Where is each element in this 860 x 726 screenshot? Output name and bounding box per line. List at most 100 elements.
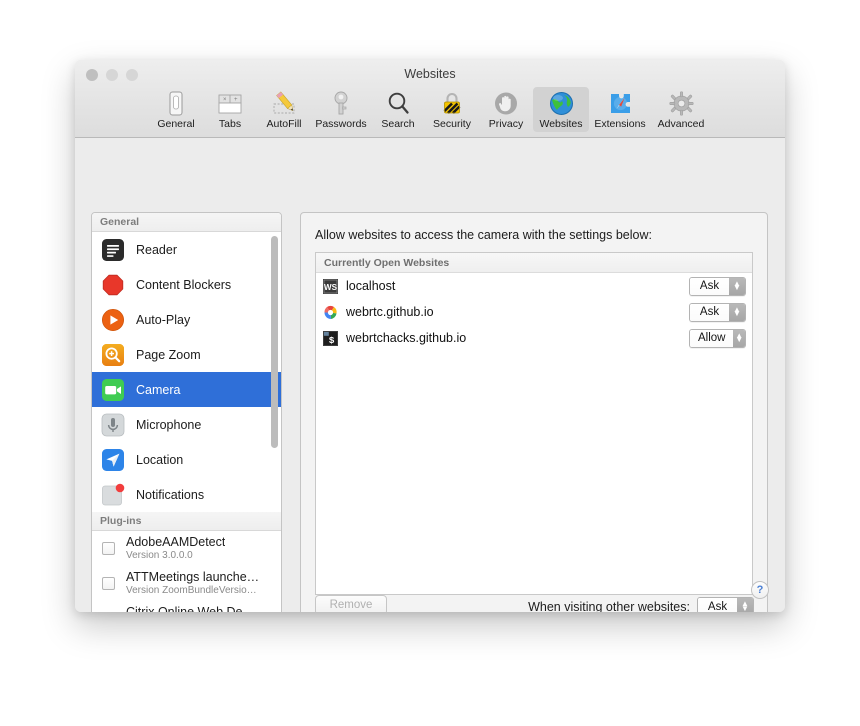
tab-general[interactable]: General — [149, 87, 203, 132]
sidebar-item-location[interactable]: Location — [92, 442, 281, 477]
other-websites-popup-button[interactable]: Ask ▲ ▼ — [697, 597, 754, 612]
svg-text:WS: WS — [324, 283, 338, 292]
settings-sidebar: General Reader Content Blockers Auto-Pla… — [91, 212, 282, 612]
website-list-header: Currently Open Websites — [316, 253, 752, 273]
svg-text:$: $ — [329, 335, 335, 346]
tab-extensions[interactable]: Extensions — [589, 87, 651, 132]
sidebar-item-auto-play-label: Auto-Play — [136, 312, 191, 327]
svg-text:×: × — [223, 97, 227, 103]
website-list: Currently Open Websites WS localhost Ask — [315, 252, 753, 595]
sidebar-item-page-zoom-label: Page Zoom — [136, 347, 201, 362]
permission-popup-button[interactable]: Allow ▲ ▼ — [689, 328, 746, 348]
notifications-icon — [101, 483, 125, 507]
tabs-icon: × + — [215, 90, 245, 116]
svg-text:+: + — [234, 97, 238, 103]
remove-button[interactable]: Remove — [315, 595, 387, 612]
tab-privacy[interactable]: Privacy — [479, 87, 533, 132]
autofill-icon — [269, 90, 299, 116]
advanced-gear-icon — [666, 90, 696, 116]
tab-passwords-label: Passwords — [315, 118, 367, 130]
window-title: Websites — [404, 67, 456, 81]
tab-search[interactable]: Search — [371, 87, 425, 132]
terminal-dark-favicon: $ — [323, 330, 338, 346]
stepper-arrows-icon[interactable]: ▲ ▼ — [737, 598, 753, 612]
passwords-key-icon — [326, 90, 356, 116]
plugin-name: Citrix Online Web Depl… — [126, 605, 261, 612]
detail-pane: Allow websites to access the camera with… — [300, 212, 768, 612]
extensions-puzzle-icon — [605, 90, 635, 116]
sidebar-section-general-header: General — [92, 213, 281, 232]
tab-extensions-label: Extensions — [594, 118, 646, 130]
sidebar-scrollbar-thumb[interactable] — [271, 236, 278, 448]
ws-dark-favicon: WS — [323, 278, 338, 294]
sidebar-item-content-blockers-label: Content Blockers — [136, 277, 232, 292]
permission-value: Allow — [690, 329, 734, 347]
stepper-arrows-icon[interactable]: ▲ ▼ — [729, 303, 745, 321]
sidebar-item-reader-label: Reader — [136, 242, 177, 257]
plugin-name: AdobeAAMDetect — [126, 535, 226, 549]
preferences-toolbar: General × + Tabs AutoFill Passwords Sear… — [75, 84, 785, 138]
permission-value: Ask — [690, 303, 729, 321]
tab-autofill[interactable]: AutoFill — [257, 87, 311, 132]
plugin-list-item[interactable]: ATTMeetings launcher… Version ZoomBundle… — [92, 566, 281, 601]
window-body: General Reader Content Blockers Auto-Pla… — [75, 138, 785, 612]
help-button[interactable]: ? — [751, 581, 769, 599]
sidebar-scrollbar[interactable] — [271, 236, 278, 612]
remove-button-label: Remove — [329, 599, 373, 611]
sidebar-item-microphone-label: Microphone — [136, 417, 202, 432]
website-name: webrtc.github.io — [346, 305, 434, 319]
permission-popup-button[interactable]: Ask ▲ ▼ — [689, 276, 746, 296]
window-titlebar: Websites General × + Tabs AutoFill Passw… — [75, 60, 785, 138]
page-zoom-icon — [101, 343, 125, 367]
tab-general-label: General — [157, 118, 195, 130]
tab-tabs-label: Tabs — [218, 118, 242, 130]
sidebar-item-content-blockers[interactable]: Content Blockers — [92, 267, 281, 302]
sidebar-item-camera[interactable]: Camera — [92, 372, 281, 407]
stepper-arrows-icon[interactable]: ▲ ▼ — [729, 277, 745, 295]
location-icon — [101, 448, 125, 472]
tab-security-label: Security — [433, 118, 471, 130]
table-row[interactable]: webrtc.github.io Ask ▲ ▼ — [316, 299, 752, 325]
camera-icon — [101, 378, 125, 402]
preferences-window: Websites General × + Tabs AutoFill Passw… — [75, 60, 785, 612]
plugin-list-item[interactable]: Citrix Online Web Depl… Version 1.0.105 — [92, 601, 281, 612]
plugin-version: Version ZoomBundleVersio… — [126, 585, 257, 596]
table-row[interactable]: $ webrtchacks.github.io Allow ▲ ▼ — [316, 325, 752, 351]
search-magnifier-icon — [383, 90, 413, 116]
tab-search-label: Search — [381, 118, 415, 130]
help-button-label: ? — [756, 584, 764, 596]
plugin-checkbox[interactable] — [102, 577, 115, 590]
sidebar-item-location-label: Location — [136, 452, 184, 467]
tab-advanced[interactable]: Advanced — [651, 87, 711, 132]
screenshot-root: Websites General × + Tabs AutoFill Passw… — [0, 0, 860, 726]
sidebar-item-auto-play[interactable]: Auto-Play — [92, 302, 281, 337]
sidebar-item-camera-label: Camera — [136, 382, 181, 397]
tab-tabs[interactable]: × + Tabs — [203, 87, 257, 132]
plugin-list-item[interactable]: AdobeAAMDetect Version 3.0.0.0 — [92, 531, 281, 566]
reader-icon — [101, 238, 125, 262]
sidebar-item-microphone[interactable]: Microphone — [92, 407, 281, 442]
table-row[interactable]: WS localhost Ask ▲ ▼ — [316, 273, 752, 299]
other-websites-setting: When visiting other websites: Ask ▲ ▼ — [528, 597, 754, 612]
website-name: webrtchacks.github.io — [346, 331, 467, 345]
stepper-arrows-icon[interactable]: ▲ ▼ — [733, 329, 745, 347]
tab-websites[interactable]: Websites — [533, 87, 589, 132]
permission-value: Ask — [690, 277, 729, 295]
plugin-version: Version 3.0.0.0 — [126, 550, 193, 561]
plugin-checkbox[interactable] — [102, 542, 115, 555]
permission-popup-button[interactable]: Ask ▲ ▼ — [689, 302, 746, 322]
tab-advanced-label: Advanced — [657, 118, 705, 130]
website-name: localhost — [346, 279, 396, 293]
security-lock-icon — [437, 90, 467, 116]
detail-intro-text: Allow websites to access the camera with… — [315, 228, 652, 242]
sidebar-item-reader[interactable]: Reader — [92, 232, 281, 267]
tab-security[interactable]: Security — [425, 87, 479, 132]
tab-passwords[interactable]: Passwords — [311, 87, 371, 132]
microphone-icon — [101, 413, 125, 437]
auto-play-icon — [101, 308, 125, 332]
sidebar-item-page-zoom[interactable]: Page Zoom — [92, 337, 281, 372]
content-blockers-icon — [101, 273, 125, 297]
other-websites-label: When visiting other websites: — [528, 599, 690, 613]
sidebar-item-notifications[interactable]: Notifications — [92, 477, 281, 512]
tab-autofill-label: AutoFill — [266, 118, 302, 130]
